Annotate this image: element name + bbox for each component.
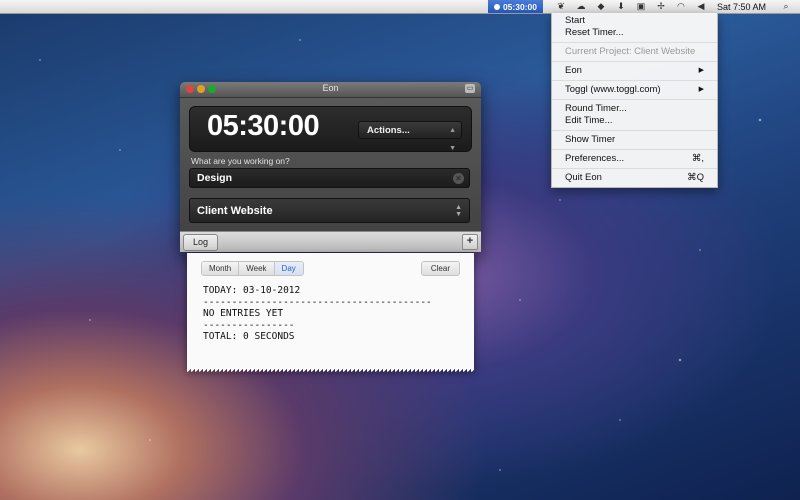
- bluetooth-icon[interactable]: ✢: [655, 1, 667, 12]
- tab-week[interactable]: Week: [239, 262, 275, 275]
- cloud-icon[interactable]: ☁: [575, 1, 587, 12]
- menu-bar: 05:30:00 ❦ ☁ ◆ ⬇ ▣ ✢ ◠ ◀ Sat 7:50 AM ⌕: [0, 0, 800, 14]
- log-total-line: TOTAL: 0 SECONDS: [203, 331, 295, 342]
- spotlight-search-icon[interactable]: ⌕: [780, 1, 792, 12]
- updown-arrows-icon: ▲ ▼: [455, 204, 462, 218]
- timer-status-icon: [493, 3, 500, 10]
- add-entry-button[interactable]: +: [462, 234, 478, 250]
- download-icon[interactable]: ⬇: [615, 1, 627, 12]
- menubar-clock[interactable]: Sat 7:50 AM: [717, 2, 766, 12]
- menu-separator: [552, 61, 717, 62]
- menubar-timer[interactable]: 05:30:00: [487, 0, 543, 13]
- menubar-timer-text: 05:30:00: [502, 1, 537, 12]
- shortcut-label: ⌘,: [691, 153, 704, 164]
- eon-status-menu: Start Reset Timer... Current Project: Cl…: [551, 13, 718, 188]
- shortcut-label: ⌘Q: [687, 172, 704, 183]
- menu-item-eon[interactable]: Eon ▶: [552, 65, 717, 77]
- task-input-value: Design: [197, 172, 233, 184]
- actions-label: Actions...: [367, 125, 410, 136]
- menu-item-start[interactable]: Start: [552, 15, 717, 27]
- task-input[interactable]: Design ✕: [189, 168, 470, 188]
- menu-item-quit[interactable]: Quit Eon ⌘Q: [552, 172, 717, 184]
- dropbox-icon[interactable]: ◆: [595, 1, 607, 12]
- window-titlebar[interactable]: Eon ▭: [180, 82, 481, 98]
- submenu-arrow-icon: ▶: [698, 86, 704, 93]
- menu-item-toggl[interactable]: Toggl (www.toggl.com) ▶: [552, 84, 717, 96]
- menu-item-show-timer[interactable]: Show Timer: [552, 134, 717, 146]
- menu-separator: [552, 99, 717, 100]
- log-rule: ----------------: [203, 319, 295, 331]
- log-button[interactable]: Log: [183, 234, 218, 251]
- menu-item-current-project: Current Project: Client Website: [565, 46, 696, 57]
- updown-arrows-icon: ▲ ▼: [449, 127, 456, 152]
- project-select-value: Client Website: [197, 205, 273, 217]
- wifi-icon[interactable]: ◠: [675, 1, 687, 12]
- calendar-icon[interactable]: ▣: [635, 1, 647, 12]
- clear-log-button[interactable]: Clear: [420, 261, 460, 276]
- eon-window: Eon ▭ 05:30:00 Actions... ▲ ▼ What are yo…: [180, 82, 481, 252]
- actions-dropdown[interactable]: Actions... ▲ ▼: [358, 121, 462, 152]
- menu-separator: [552, 149, 717, 150]
- log-rule: ----------------------------------------: [203, 296, 432, 308]
- log-date-line: TODAY: 03-10-2012: [203, 285, 301, 296]
- tab-day[interactable]: Day: [274, 262, 303, 275]
- toolbar-toggle-button[interactable]: ▭: [465, 84, 475, 93]
- menu-item-reset-timer[interactable]: Reset Timer...: [552, 27, 717, 39]
- menu-separator: [552, 130, 717, 131]
- submenu-arrow-icon: ▶: [698, 67, 704, 74]
- menu-separator: [552, 168, 717, 169]
- log-range-segmented-control: Month Week Day: [201, 261, 304, 276]
- menu-item-edit-time[interactable]: Edit Time...: [552, 115, 717, 127]
- log-entries-line: NO ENTRIES YET: [203, 308, 284, 319]
- menu-separator: [552, 80, 717, 81]
- window-content: 05:30:00 Actions... ▲ ▼ What are you work…: [180, 98, 481, 231]
- task-prompt-label: What are you working on?: [191, 156, 290, 166]
- window-title: Eon: [322, 83, 339, 93]
- volume-icon[interactable]: ◀: [695, 1, 707, 12]
- window-bottom-bar: Log +: [180, 231, 481, 252]
- project-select[interactable]: Client Website ▲ ▼: [189, 198, 470, 223]
- tab-month[interactable]: Month: [202, 262, 240, 275]
- log-text: TODAY: 03-10-2012 -----------------------…: [203, 285, 432, 343]
- log-panel: Month Week Day Clear TODAY: 03-10-2012 --…: [187, 253, 474, 372]
- timer-panel: 05:30:00 Actions... ▲ ▼: [189, 106, 472, 152]
- menu-separator: [552, 42, 717, 43]
- menu-item-preferences[interactable]: Preferences... ⌘,: [552, 153, 717, 165]
- timer-display: 05:30:00: [207, 110, 320, 142]
- menu-item-round-timer[interactable]: Round Timer...: [552, 103, 717, 115]
- clear-input-icon[interactable]: ✕: [453, 173, 464, 184]
- twitter-icon[interactable]: ❦: [555, 1, 567, 12]
